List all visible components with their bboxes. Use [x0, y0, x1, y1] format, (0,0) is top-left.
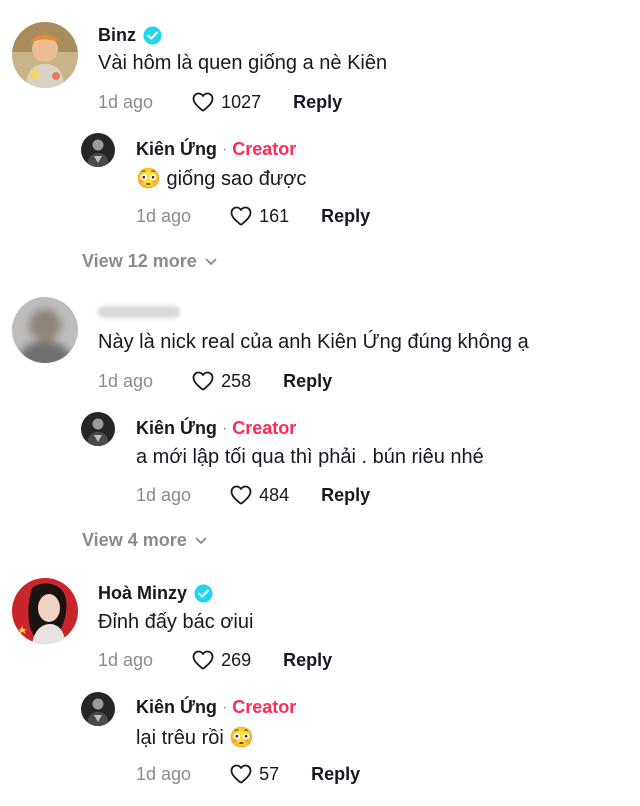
- reply-text: a mới lập tối qua thì phải . bún riêu nh…: [136, 446, 484, 468]
- like-button[interactable]: 161: [229, 204, 289, 228]
- heart-outline-icon: [229, 204, 253, 228]
- reply-date: 1d ago: [136, 763, 192, 784]
- avatar-hoa-minzy[interactable]: [12, 578, 78, 644]
- comment-text: Vài hôm là quen giống a nè Kiên: [98, 52, 388, 74]
- avatar-kien-ung-image: [81, 133, 115, 167]
- heart-outline-icon: [191, 648, 215, 672]
- avatar-kien-ung[interactable]: [81, 692, 115, 726]
- comment-meta: 1d ago 269 Reply: [98, 647, 332, 673]
- reply-button[interactable]: Reply: [311, 764, 360, 785]
- comment-meta: 1d ago 1027 Reply: [98, 89, 342, 115]
- reply-button[interactable]: Reply: [321, 485, 370, 506]
- like-count: 484: [259, 484, 290, 505]
- reply-button[interactable]: Reply: [321, 206, 370, 227]
- reply-meta: 1d ago 161 Reply: [136, 203, 370, 229]
- reply-meta: 1d ago 484 Reply: [136, 482, 370, 508]
- comment-username[interactable]: Hoà Minzy: [98, 583, 213, 604]
- like-button[interactable]: 1027: [191, 90, 261, 114]
- avatar-kien-ung-image: [81, 692, 115, 726]
- reply-username[interactable]: Kiên Ứng · Creator: [136, 697, 296, 718]
- flushed-emoji: 😳: [229, 727, 255, 749]
- comment-text: Này là nick real của anh Kiên Ứng đúng k…: [98, 331, 529, 353]
- like-count: 57: [259, 763, 280, 784]
- avatar-blurred-image: [12, 297, 78, 363]
- verified-badge-icon: [143, 26, 162, 45]
- avatar-blurred-user[interactable]: [12, 297, 78, 363]
- heart-outline-icon: [191, 90, 215, 114]
- avatar-kien-ung[interactable]: [81, 412, 115, 446]
- reply-text: lại trêu rồi 😳: [136, 727, 255, 749]
- chevron-down-icon: [195, 537, 207, 545]
- view-more-replies[interactable]: View 12 more: [82, 251, 217, 272]
- like-button[interactable]: 269: [191, 648, 251, 672]
- comment-username-blurred[interactable]: [98, 306, 180, 318]
- avatar-kien-ung[interactable]: [81, 133, 115, 167]
- reply-text: 😳 giống sao được: [136, 168, 307, 190]
- like-count: 1027: [221, 91, 262, 112]
- avatar-kien-ung-image: [81, 412, 115, 446]
- comment-date: 1d ago: [98, 91, 154, 112]
- heart-outline-icon: [191, 369, 215, 393]
- heart-outline-icon: [229, 762, 253, 786]
- like-button[interactable]: 484: [229, 483, 289, 507]
- avatar-binz[interactable]: [12, 22, 78, 88]
- reply-meta: 1d ago 57 Reply: [136, 761, 360, 787]
- reply-date: 1d ago: [136, 484, 192, 505]
- reply-button[interactable]: Reply: [293, 92, 342, 113]
- like-count: 161: [259, 205, 290, 226]
- creator-badge: Creator: [232, 139, 297, 159]
- heart-outline-icon: [229, 483, 253, 507]
- avatar-binz-image: [12, 22, 78, 88]
- reply-username[interactable]: Kiên Ứng · Creator: [136, 139, 296, 160]
- reply-username[interactable]: Kiên Ứng · Creator: [136, 418, 296, 439]
- comment-text: Đỉnh đấy bác ơiui: [98, 611, 254, 633]
- view-more-replies[interactable]: View 4 more: [82, 530, 207, 551]
- comment-username[interactable]: Binz: [98, 25, 162, 46]
- comment-date: 1d ago: [98, 370, 154, 391]
- blurred-username: [98, 306, 180, 318]
- creator-badge: Creator: [232, 697, 297, 717]
- like-button[interactable]: 57: [229, 762, 279, 786]
- like-count: 269: [221, 649, 252, 670]
- avatar-hoa-minzy-image: [12, 578, 78, 644]
- creator-badge: Creator: [232, 418, 297, 438]
- comment-date: 1d ago: [98, 649, 154, 670]
- reply-button[interactable]: Reply: [283, 650, 332, 671]
- like-count: 258: [221, 370, 252, 391]
- verified-badge-icon: [194, 584, 213, 603]
- like-button[interactable]: 258: [191, 369, 251, 393]
- comment-meta: 1d ago 258 Reply: [98, 368, 332, 394]
- chevron-down-icon: [205, 258, 217, 266]
- reply-date: 1d ago: [136, 205, 192, 226]
- flushed-emoji: 😳: [136, 168, 161, 190]
- reply-button[interactable]: Reply: [283, 371, 332, 392]
